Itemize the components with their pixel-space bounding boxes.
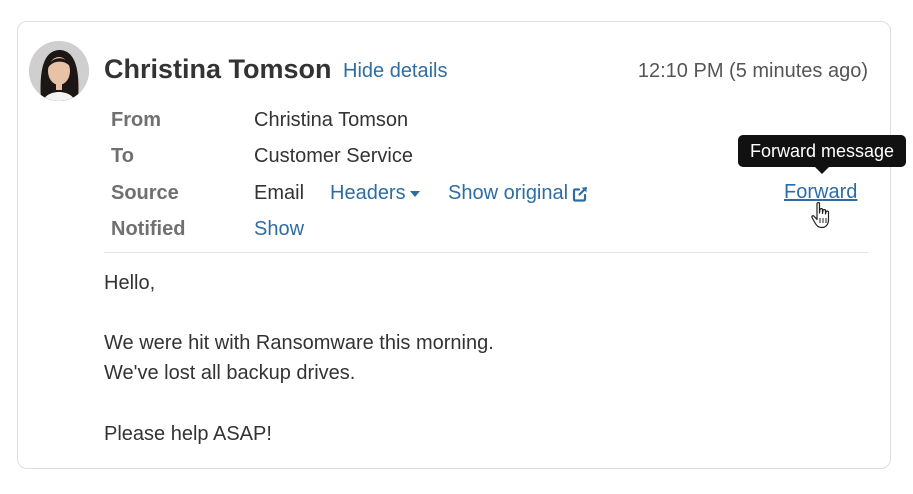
from-value: Christina Tomson [254, 109, 409, 131]
hide-details-link[interactable]: Hide details [343, 60, 448, 83]
to-value: Customer Service [254, 145, 413, 167]
sender-avatar [29, 41, 89, 101]
notified-show-link[interactable]: Show [254, 218, 304, 241]
message-timestamp: 12:10 PM (5 minutes ago) [637, 60, 868, 82]
hand-pointer-cursor-icon [811, 202, 830, 229]
source-label: Source [111, 182, 179, 204]
source-value: Email [254, 182, 305, 204]
body-line-closing: Please help ASAP! [104, 423, 272, 445]
external-link-icon [572, 186, 588, 202]
body-line-2: We've lost all backup drives. [104, 362, 356, 384]
forward-tooltip: Forward message [738, 135, 906, 167]
from-label: From [111, 109, 161, 131]
to-label: To [111, 145, 134, 167]
body-line-1: We were hit with Ransomware this morning… [104, 332, 494, 354]
show-original-link[interactable]: Show original [448, 182, 588, 205]
headers-label: Headers [330, 182, 406, 204]
tooltip-arrow [815, 167, 829, 174]
avatar-photo [29, 41, 89, 101]
notified-label: Notified [111, 218, 186, 240]
email-message-card: Christina Tomson Hide details 12:10 PM (… [17, 21, 906, 469]
details-divider [104, 252, 868, 253]
body-line-greeting: Hello, [104, 272, 156, 294]
headers-dropdown[interactable]: Headers [330, 182, 420, 205]
show-original-label: Show original [448, 182, 569, 204]
sender-name: Christina Tomson [104, 54, 332, 84]
caret-down-icon [409, 190, 420, 197]
